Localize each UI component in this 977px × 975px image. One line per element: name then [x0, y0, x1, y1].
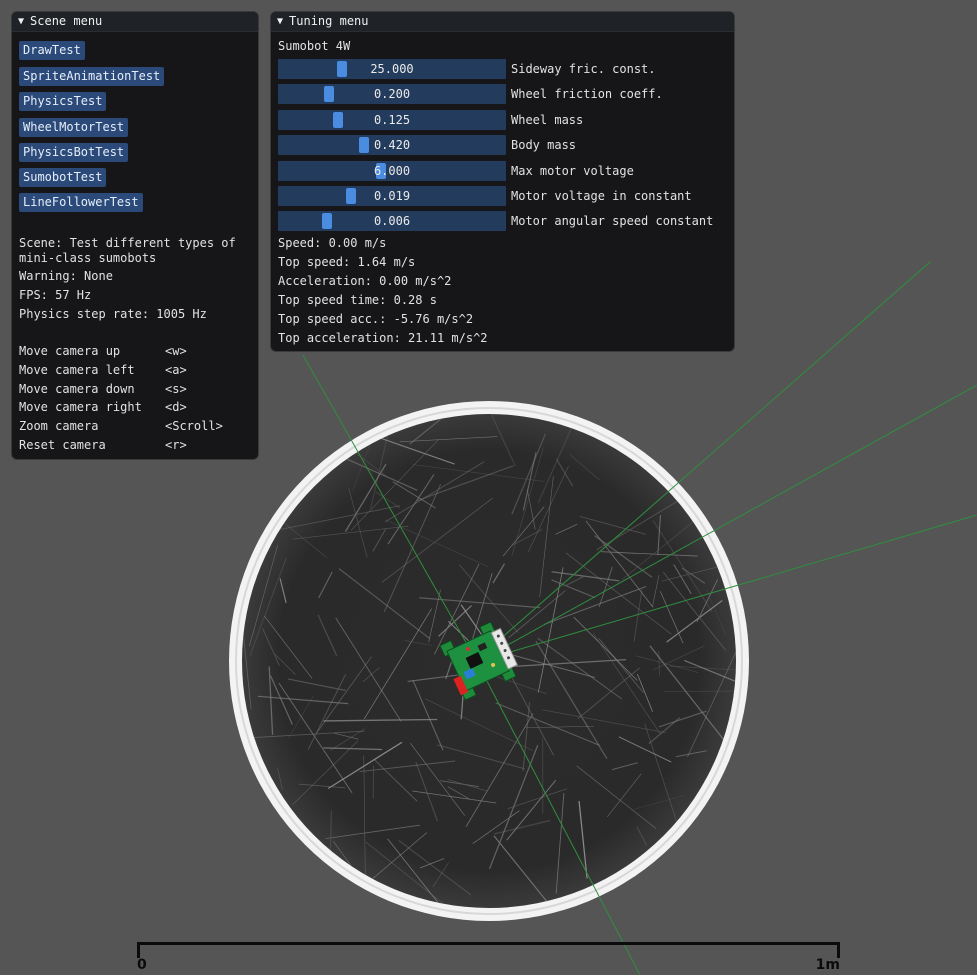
- control-key: <Scroll>: [165, 419, 223, 433]
- scale-tick-start: [137, 942, 140, 958]
- control-action: Move camera up: [19, 344, 121, 358]
- slider-label: Sideway fric. const.: [511, 62, 656, 76]
- scene-button-spriteanimationtest[interactable]: SpriteAnimationTest: [19, 67, 165, 86]
- slider-label: Motor angular speed constant: [511, 214, 714, 228]
- slider-value: 0.125: [373, 113, 411, 127]
- scene-button-physicstest[interactable]: PhysicsTest: [19, 92, 107, 111]
- scale-label-end: 1m: [815, 957, 840, 973]
- control-key: <a>: [165, 363, 187, 377]
- tuning-menu-titlebar[interactable]: ▼ Tuning menu: [271, 12, 734, 32]
- tuning-menu-panel[interactable]: ▼ Tuning menu Sumobot 4W 25.000 Sideway …: [270, 11, 735, 352]
- control-action: Move camera right: [19, 400, 142, 414]
- control-key: <w>: [165, 344, 187, 358]
- slider-wheel-mass[interactable]: 0.125 Wheel mass: [278, 110, 734, 130]
- collapse-arrow-icon[interactable]: ▼: [18, 14, 24, 29]
- scene-description-line2: mini-class sumobots: [19, 251, 157, 265]
- slider-max-motor-voltage[interactable]: 6.000 Max motor voltage: [278, 161, 734, 181]
- slider-motor-angular-speed-constant[interactable]: 0.006 Motor angular speed constant: [278, 211, 734, 231]
- stat-top-speed: Top speed: 1.64 m/s: [278, 255, 416, 269]
- collapse-arrow-icon[interactable]: ▼: [277, 14, 283, 29]
- scene-menu-title: Scene menu: [30, 14, 103, 28]
- control-action: Zoom camera: [19, 419, 99, 433]
- slider-value: 0.006: [373, 214, 411, 228]
- robot-name: Sumobot 4W: [278, 39, 351, 53]
- slider-value: 0.420: [373, 138, 411, 152]
- slider-value: 0.019: [373, 189, 411, 203]
- slider-motor-voltage-constant[interactable]: 0.019 Motor voltage in constant: [278, 186, 734, 206]
- scene-button-drawtest[interactable]: DrawTest: [19, 41, 85, 60]
- fps-text: FPS: 57 Hz: [19, 288, 92, 302]
- slider-value: 25.000: [370, 62, 414, 76]
- scene-button-linefollowertest[interactable]: LineFollowerTest: [19, 193, 143, 212]
- scene-menu-titlebar[interactable]: ▼ Scene menu: [12, 12, 258, 32]
- scene-button-sumobottest[interactable]: SumobotTest: [19, 168, 107, 187]
- slider-label: Max motor voltage: [511, 164, 634, 178]
- stat-top-speed-time: Top speed time: 0.28 s: [278, 293, 437, 307]
- control-key: <s>: [165, 382, 187, 396]
- simulation-viewport[interactable]: ▼ Scene menu DrawTest SpriteAnimationTes…: [0, 0, 977, 975]
- control-action: Move camera left: [19, 363, 135, 377]
- scene-button-wheelmotortest[interactable]: WheelMotorTest: [19, 118, 129, 137]
- slider-body-mass[interactable]: 0.420 Body mass: [278, 135, 734, 155]
- control-key: <r>: [165, 438, 187, 452]
- control-action: Reset camera: [19, 438, 106, 452]
- slider-wheel-friction[interactable]: 0.200 Wheel friction coeff.: [278, 84, 734, 104]
- slider-value: 0.200: [373, 87, 411, 101]
- slider-value: 6.000: [373, 164, 411, 178]
- stat-top-acceleration: Top acceleration: 21.11 m/s^2: [278, 331, 488, 345]
- scene-menu-panel[interactable]: ▼ Scene menu DrawTest SpriteAnimationTes…: [11, 11, 259, 460]
- scene-description-line1: Scene: Test different types of: [19, 236, 236, 250]
- warning-text: Warning: None: [19, 269, 113, 283]
- slider-sideway-friction[interactable]: 25.000 Sideway fric. const.: [278, 59, 734, 79]
- stat-top-speed-acc: Top speed acc.: -5.76 m/s^2: [278, 312, 474, 326]
- physics-rate-text: Physics step rate: 1005 Hz: [19, 307, 207, 321]
- stat-acceleration: Acceleration: 0.00 m/s^2: [278, 274, 452, 288]
- slider-label: Wheel friction coeff.: [511, 87, 663, 101]
- stat-speed: Speed: 0.00 m/s: [278, 236, 387, 250]
- tuning-menu-title: Tuning menu: [289, 14, 369, 28]
- control-key: <d>: [165, 400, 187, 414]
- slider-label: Motor voltage in constant: [511, 189, 692, 203]
- slider-label: Body mass: [511, 138, 577, 152]
- scale-bar-line: [137, 942, 838, 945]
- control-action: Move camera down: [19, 382, 135, 396]
- scale-label-start: 0: [137, 957, 147, 973]
- slider-label: Wheel mass: [511, 113, 584, 127]
- scene-button-physicsbottest[interactable]: PhysicsBotTest: [19, 143, 129, 162]
- scale-tick-end: [837, 942, 840, 958]
- scale-bar: 0 1m: [137, 942, 840, 973]
